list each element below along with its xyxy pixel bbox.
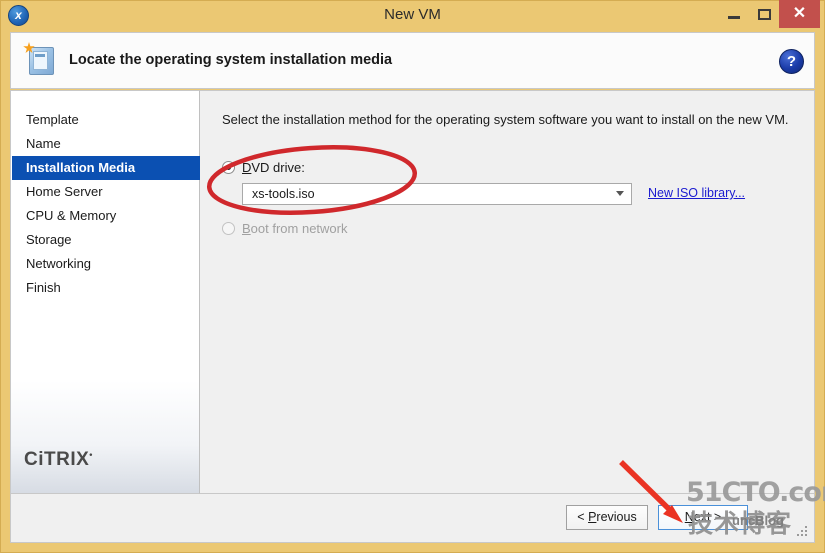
- close-button[interactable]: ✕: [779, 0, 820, 28]
- page-title: Locate the operating system installation…: [69, 52, 393, 68]
- title-bar: x New VM ✕: [0, 0, 825, 31]
- citrix-logo: CiTRIX•: [24, 449, 93, 470]
- new-vm-wizard-window: x New VM ✕ Locate the operating system i…: [0, 0, 825, 553]
- next-button[interactable]: Next >: [658, 505, 748, 530]
- sidebar-item-name[interactable]: Name: [12, 132, 200, 156]
- iso-select-value: xs-tools.iso: [252, 187, 315, 201]
- wizard-header: Locate the operating system installation…: [10, 32, 815, 89]
- instruction-text: Select the installation method for the o…: [222, 112, 789, 127]
- help-icon[interactable]: ?: [779, 49, 804, 74]
- boot-from-network-label: Boot from network: [242, 221, 348, 236]
- sidebar-item-template[interactable]: Template: [12, 108, 200, 132]
- previous-button[interactable]: < Previous: [566, 505, 648, 530]
- maximize-icon: [758, 9, 771, 20]
- sidebar-item-home-server[interactable]: Home Server: [12, 180, 200, 204]
- sidebar-item-storage[interactable]: Storage: [12, 228, 200, 252]
- radio-unselected-icon: [222, 222, 235, 235]
- chevron-down-icon: [616, 191, 624, 196]
- minimize-button[interactable]: [719, 0, 749, 28]
- sidebar-item-cpu-memory[interactable]: CPU & Memory: [12, 204, 200, 228]
- iso-select[interactable]: xs-tools.iso: [242, 183, 632, 205]
- wizard-body: Template Name Installation Media Home Se…: [10, 90, 815, 494]
- wizard-content-panel: Select the installation method for the o…: [200, 90, 815, 494]
- radio-selected-icon: [222, 161, 235, 174]
- sidebar-item-installation-media[interactable]: Installation Media: [12, 156, 200, 180]
- minimize-icon: [728, 16, 740, 19]
- sidebar-item-networking[interactable]: Networking: [12, 252, 200, 276]
- monitor-bar-shape: [35, 54, 45, 57]
- resize-grip-icon[interactable]: [797, 526, 809, 538]
- wizard-footer: < Previous Next >: [10, 494, 815, 543]
- window-title: New VM: [384, 6, 441, 23]
- maximize-button[interactable]: [749, 0, 779, 28]
- dvd-drive-label: DVD drive:: [242, 160, 305, 175]
- wizard-steps-sidebar: Template Name Installation Media Home Se…: [10, 90, 200, 494]
- new-iso-library-link[interactable]: New ISO library...: [648, 186, 745, 200]
- new-vm-monitor-icon: [21, 40, 61, 82]
- sidebar-item-finish[interactable]: Finish: [12, 276, 200, 300]
